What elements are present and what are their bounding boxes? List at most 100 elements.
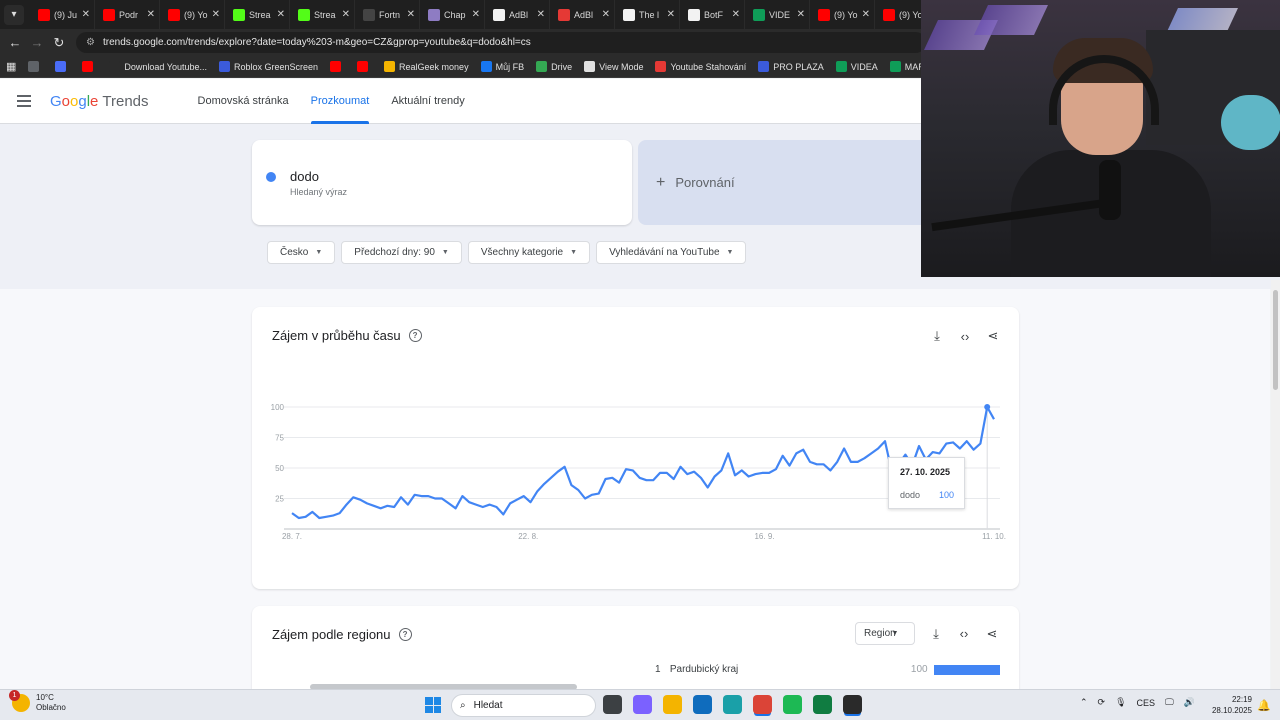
- download-icon[interactable]: ⤓: [929, 626, 943, 642]
- edge-icon[interactable]: [723, 695, 742, 714]
- close-icon[interactable]: ✕: [537, 9, 545, 20]
- browser-tab[interactable]: Strea ✕: [225, 0, 290, 29]
- bookmark-item[interactable]: PRO PLAZA: [752, 61, 830, 72]
- trends-nav: Domovská stránka Prozkoumat Aktuální trend…: [187, 79, 476, 124]
- bookmark-item[interactable]: Drive: [530, 61, 578, 72]
- browser-tab[interactable]: Chap ✕: [420, 0, 485, 29]
- sync-icon[interactable]: ⟳: [1098, 697, 1106, 708]
- bookmark-item[interactable]: View Mode: [578, 61, 649, 72]
- clock[interactable]: 22:19 28.10.2025: [1210, 694, 1252, 716]
- browser-tab[interactable]: (9) Yo ✕: [160, 0, 225, 29]
- bookmark-item[interactable]: [324, 61, 351, 72]
- volume-icon[interactable]: 🔊: [1184, 697, 1195, 708]
- notifications-icon[interactable]: 🔔: [1257, 699, 1271, 712]
- browser-tab[interactable]: AdBl ✕: [485, 0, 550, 29]
- close-icon[interactable]: ✕: [797, 9, 805, 20]
- bookmark-item[interactable]: [22, 61, 49, 72]
- nav-tab[interactable]: Aktuální trendy: [380, 79, 475, 124]
- caret-down-icon: ▼: [891, 630, 899, 637]
- task-view-icon[interactable]: [603, 695, 622, 714]
- weather-widget[interactable]: 1 10°C Oblačno: [9, 690, 66, 713]
- back-icon[interactable]: ←: [4, 35, 26, 50]
- excel-icon[interactable]: [813, 695, 832, 714]
- bookmark-item[interactable]: VIDEA: [830, 61, 884, 72]
- notification-badge: 1: [9, 690, 20, 701]
- search-term-card[interactable]: dodo Hledaný výraz: [252, 140, 632, 225]
- filter-dropdown[interactable]: Vyhledávání na YouTube ▼: [596, 241, 747, 264]
- search-term-type: Hledaný výraz: [290, 187, 348, 197]
- close-icon[interactable]: ✕: [732, 9, 740, 20]
- spotify-icon[interactable]: [783, 695, 802, 714]
- close-icon[interactable]: ✕: [212, 9, 220, 20]
- browser-tab[interactable]: The l ✕: [615, 0, 680, 29]
- close-icon[interactable]: ✕: [277, 9, 285, 20]
- y-tick-label: 100: [271, 403, 285, 412]
- tab-title: AdBl: [509, 9, 529, 20]
- bookmark-item[interactable]: Download Youtube...: [103, 61, 213, 72]
- epic-games-icon[interactable]: [843, 695, 862, 714]
- browser-tab[interactable]: Fortn ✕: [355, 0, 420, 29]
- apps-grid-icon[interactable]: ▦: [0, 60, 22, 73]
- close-icon[interactable]: ✕: [407, 9, 415, 20]
- browser-tab[interactable]: (9) Ju ✕: [30, 0, 95, 29]
- x-tick-label: 28. 7.: [282, 532, 302, 541]
- nav-tab[interactable]: Domovská stránka: [187, 79, 300, 124]
- reload-icon[interactable]: ↻: [48, 35, 70, 51]
- browser-tab[interactable]: (9) Yo ✕: [810, 0, 875, 29]
- menu-icon[interactable]: [17, 95, 31, 107]
- download-icon[interactable]: ⤓: [930, 328, 944, 344]
- language-indicator[interactable]: CES: [1137, 698, 1156, 708]
- embed-icon[interactable]: ‹›: [958, 329, 972, 344]
- outlook-icon[interactable]: [693, 695, 712, 714]
- embed-icon[interactable]: ‹›: [957, 626, 971, 641]
- y-tick-label: 25: [275, 495, 284, 504]
- close-icon[interactable]: ✕: [602, 9, 610, 20]
- taskbar-search[interactable]: ⌕ Hledat: [451, 694, 596, 717]
- region-row[interactable]: 1 Pardubický kraj 100: [655, 664, 1000, 675]
- share-icon[interactable]: ⋖: [985, 626, 999, 642]
- region-select[interactable]: Region ▼: [855, 622, 915, 645]
- google-trends-logo[interactable]: Google Trends: [50, 93, 149, 110]
- bookmark-item[interactable]: [351, 61, 378, 72]
- nav-tab[interactable]: Prozkoumat: [300, 79, 381, 124]
- series-color-dot: [266, 172, 276, 182]
- chevron-up-icon[interactable]: ⌃: [1080, 697, 1088, 708]
- close-icon[interactable]: ✕: [667, 9, 675, 20]
- bookmark-item[interactable]: RealGeek money: [378, 61, 475, 72]
- browser-tab[interactable]: BotF ✕: [680, 0, 745, 29]
- bookmark-item[interactable]: Roblox GreenScreen: [213, 61, 324, 72]
- filter-dropdown[interactable]: Česko ▼: [267, 241, 336, 264]
- browser-tab[interactable]: VIDE ✕: [745, 0, 810, 29]
- close-icon[interactable]: ✕: [82, 9, 90, 20]
- bookmark-item[interactable]: Můj FB: [475, 61, 531, 72]
- site-info-icon[interactable]: ⚙: [86, 37, 95, 48]
- close-icon[interactable]: ✕: [147, 9, 155, 20]
- close-icon[interactable]: ✕: [862, 9, 870, 20]
- filter-dropdown[interactable]: Všechny kategorie ▼: [467, 241, 591, 264]
- help-icon[interactable]: ?: [398, 628, 412, 641]
- filter-dropdown[interactable]: Předchozí dny: 90 ▼: [341, 241, 462, 264]
- network-icon[interactable]: 🖵: [1165, 697, 1174, 708]
- browser-tab[interactable]: AdBl ✕: [550, 0, 615, 29]
- bookmark-item[interactable]: [49, 61, 76, 72]
- start-icon[interactable]: [425, 697, 441, 713]
- copilot-icon[interactable]: [633, 695, 652, 714]
- vertical-scrollbar[interactable]: [1271, 280, 1280, 690]
- compare-button[interactable]: + Porovnání: [638, 140, 938, 225]
- browser-tab[interactable]: Podr ✕: [95, 0, 160, 29]
- file-explorer-icon[interactable]: [663, 695, 682, 714]
- bookmark-label: Youtube Stahování: [670, 61, 747, 72]
- close-icon[interactable]: ✕: [342, 9, 350, 20]
- scrollbar-thumb[interactable]: [1273, 290, 1278, 390]
- url-bar[interactable]: ⚙ trends.google.com/trends/explore?date=…: [76, 32, 926, 53]
- bookmark-item[interactable]: Youtube Stahování: [649, 61, 752, 72]
- help-icon[interactable]: ?: [408, 329, 422, 342]
- share-icon[interactable]: ⋖: [986, 328, 1000, 344]
- browser-tab[interactable]: Strea ✕: [290, 0, 355, 29]
- chrome-icon[interactable]: [753, 695, 772, 714]
- microphone-icon[interactable]: 🎙: [1115, 697, 1126, 708]
- forward-icon[interactable]: →: [26, 35, 48, 50]
- close-icon[interactable]: ✕: [472, 9, 480, 20]
- bookmark-item[interactable]: [76, 61, 103, 72]
- tab-search-button[interactable]: ▾: [4, 4, 24, 25]
